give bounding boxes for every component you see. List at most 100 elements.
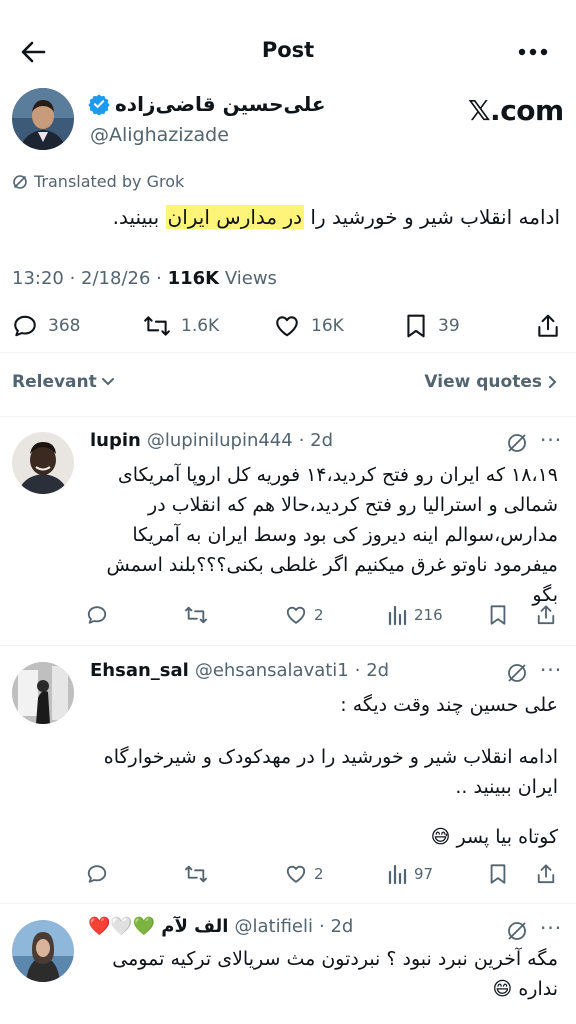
share-button[interactable] <box>536 600 556 630</box>
reply-avatar[interactable] <box>12 920 74 982</box>
reply-icon <box>12 313 38 339</box>
heart-icon <box>284 863 308 885</box>
like-count: 16K <box>311 316 344 336</box>
reply-author-name[interactable]: lupin <box>90 430 141 451</box>
grok-icon[interactable] <box>504 918 530 944</box>
reply-text-line3: کوتاه بیا پسر 😅 <box>430 826 558 848</box>
post-actions: 368 1.6K 16K 39 <box>0 306 576 346</box>
divider <box>0 903 576 904</box>
reply-author-handle[interactable]: @latifieli <box>234 916 313 937</box>
bookmark-count: 39 <box>438 316 460 336</box>
translated-label: Translated by Grok <box>34 172 185 191</box>
reply-age: · 2d <box>298 430 334 451</box>
x-brand-logo: 𝕏.com <box>468 94 564 127</box>
reply-icon <box>86 604 108 626</box>
post-text-part: ادامه انقلاب شیر و خورشید را <box>304 205 560 229</box>
bookmark-button[interactable] <box>488 600 508 630</box>
analytics-icon <box>386 863 408 885</box>
divider <box>0 645 576 646</box>
reply-text: ۱۸،۱۹ که ایران رو فتح کردید،۱۴ فوریه کل … <box>106 464 558 606</box>
reply-icon <box>86 863 108 885</box>
highlighted-text: در مدارس ایران <box>165 205 305 229</box>
reply-avatar[interactable] <box>12 432 74 494</box>
repost-button[interactable] <box>184 600 208 630</box>
views-button[interactable]: 216 <box>386 600 443 630</box>
author-name[interactable]: علی‌حسین قاضی‌زاده <box>115 92 326 116</box>
reply-age: · 2d <box>354 660 390 681</box>
bookmark-button[interactable]: 39 <box>404 306 460 346</box>
reply-text: مگه آخرین نبرد نبود ؟ نبردتون مث سریالای… <box>112 948 558 1000</box>
share-icon <box>536 863 556 885</box>
share-button[interactable] <box>536 306 560 346</box>
bookmark-icon <box>404 313 428 339</box>
sort-dropdown[interactable]: Relevant <box>12 372 115 392</box>
share-icon <box>536 313 560 339</box>
author-handle[interactable]: @Alighazizade <box>90 124 229 146</box>
grok-icon[interactable] <box>504 660 530 686</box>
reply-avatar[interactable] <box>12 662 74 724</box>
repost-icon <box>143 313 171 339</box>
view-count: 216 <box>414 606 443 624</box>
sort-label: Relevant <box>12 372 97 392</box>
grok-icon <box>12 174 28 190</box>
like-button[interactable]: 2 <box>284 600 324 630</box>
reply-button[interactable] <box>86 859 108 889</box>
reply-header: ❤️🤍💚 الف لآم @latifieli · 2d <box>88 916 353 937</box>
author-name-row[interactable]: علی‌حسین قاضی‌زاده <box>88 92 326 116</box>
author-avatar[interactable] <box>12 88 74 150</box>
post-meta: 13:20 · 2/18/26 · 116K Views <box>12 268 277 289</box>
chevron-down-icon <box>101 377 115 387</box>
more-options-icon[interactable] <box>516 38 550 66</box>
divider <box>0 352 576 353</box>
repost-icon <box>184 604 208 626</box>
share-icon <box>536 604 556 626</box>
like-count: 2 <box>314 865 324 883</box>
repost-count: 1.6K <box>181 316 220 336</box>
analytics-icon <box>386 604 408 626</box>
views-count: 116K <box>167 268 220 289</box>
heart-icon <box>284 604 308 626</box>
post-text-part: ببینید. <box>112 205 166 229</box>
bookmark-button[interactable] <box>488 859 508 889</box>
bookmark-icon <box>488 604 508 626</box>
chevron-right-icon <box>548 375 558 389</box>
reply-header: Ehsan_sal @ehsansalavati1 · 2d <box>90 660 389 681</box>
like-count: 2 <box>314 606 324 624</box>
view-quotes-label: View quotes <box>424 372 542 392</box>
reply-author-emoji: ❤️🤍💚 <box>88 916 156 937</box>
share-button[interactable] <box>536 859 556 889</box>
post-text: ادامه انقلاب شیر و خورشید را در مدارس ای… <box>12 200 560 234</box>
repost-button[interactable]: 1.6K <box>143 306 219 346</box>
reply-count: 368 <box>48 316 81 336</box>
reply-actions: 2 97 <box>80 859 566 889</box>
reply-age: · 2d <box>319 916 354 937</box>
repost-icon <box>184 863 208 885</box>
like-button[interactable]: 2 <box>284 859 324 889</box>
reply-author-handle[interactable]: @lupinilupin444 <box>147 430 293 451</box>
reply-actions: 2 216 <box>80 600 566 630</box>
reply-header: lupin @lupinilupin444 · 2d <box>90 430 333 451</box>
reply-more-icon[interactable]: ··· <box>540 428 562 452</box>
heart-icon <box>273 313 301 339</box>
reply-button[interactable] <box>86 600 108 630</box>
views-button[interactable]: 97 <box>386 859 433 889</box>
reply-more-icon[interactable]: ··· <box>540 916 562 940</box>
view-quotes-link[interactable]: View quotes <box>424 372 558 392</box>
page-title: Post <box>261 38 315 62</box>
reply-more-icon[interactable]: ··· <box>540 658 562 682</box>
grok-icon[interactable] <box>504 430 530 456</box>
view-count: 97 <box>414 865 434 883</box>
reply-text-line2: ادامه انقلاب شیر و خورشید را در مهدکودک … <box>103 746 558 798</box>
like-button[interactable]: 16K <box>273 306 344 346</box>
reply-author-name[interactable]: الف لآم <box>161 916 228 937</box>
reply-button[interactable]: 368 <box>12 306 80 346</box>
post-timestamp[interactable]: 13:20 · 2/18/26 · <box>12 268 168 289</box>
reply-author-handle[interactable]: @ehsansalavati1 <box>195 660 349 681</box>
verified-badge-icon <box>88 93 110 115</box>
repost-button[interactable] <box>184 859 208 889</box>
reply-author-name[interactable]: Ehsan_sal <box>90 660 189 681</box>
divider <box>0 416 576 417</box>
bookmark-icon <box>488 863 508 885</box>
views-label: Views <box>219 268 277 289</box>
translated-by-grok[interactable]: Translated by Grok <box>12 172 184 191</box>
